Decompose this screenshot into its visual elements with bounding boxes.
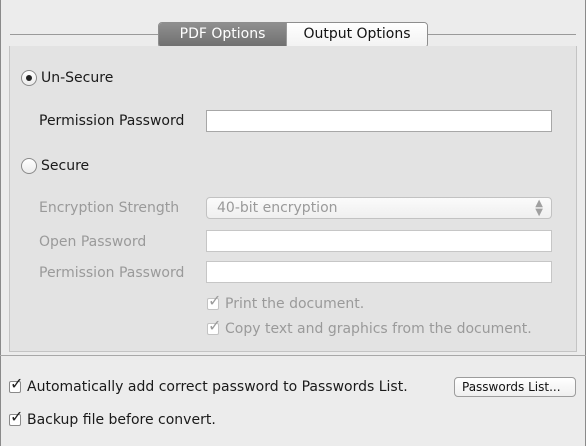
unsecure-label: Un-Secure — [41, 70, 114, 86]
section-divider — [0, 355, 586, 356]
tab-pdf-options[interactable]: PDF Options — [159, 23, 286, 47]
updown-arrows-icon: ▲ ▼ — [535, 198, 543, 218]
auto-add-password-label: Automatically add correct password to Pa… — [27, 379, 408, 395]
open-password-field[interactable] — [206, 230, 552, 252]
encryption-strength-select[interactable]: 40-bit encryption ▲ ▼ — [206, 197, 552, 219]
tab-bar: PDF Options Output Options — [158, 22, 428, 48]
secure-permission-password-label: Permission Password — [39, 265, 185, 281]
tab-output-options[interactable]: Output Options — [286, 23, 427, 47]
print-document-label: Print the document. — [225, 296, 365, 312]
checkbox-icon: ✓ — [207, 316, 222, 335]
encryption-strength-value: 40-bit encryption — [217, 200, 338, 216]
backup-file-checkbox[interactable]: ✓ Backup file before convert. — [9, 407, 216, 428]
secure-radio[interactable] — [21, 158, 37, 174]
secure-radio-row[interactable]: Secure — [21, 158, 89, 174]
unsecure-radio-row[interactable]: Un-Secure — [21, 70, 113, 86]
backup-file-label: Backup file before convert. — [27, 412, 216, 428]
copy-text-label: Copy text and graphics from the document… — [225, 321, 532, 337]
secure-label: Secure — [41, 158, 90, 174]
copy-text-checkbox[interactable]: ✓ Copy text and graphics from the documen… — [207, 316, 532, 337]
open-password-label: Open Password — [39, 234, 147, 250]
auto-add-password-checkbox[interactable]: ✓ Automatically add correct password to P… — [9, 374, 408, 395]
passwords-list-button[interactable]: Passwords List... — [454, 377, 576, 397]
encryption-strength-label: Encryption Strength — [39, 200, 180, 216]
checkbox-icon: ✓ — [9, 407, 24, 426]
print-document-checkbox[interactable]: ✓ Print the document. — [207, 291, 365, 312]
checkbox-icon: ✓ — [9, 374, 24, 393]
radio-selected-dot — [26, 75, 32, 81]
secure-permission-password-field[interactable] — [206, 261, 552, 283]
checkbox-icon: ✓ — [207, 291, 222, 310]
permission-password-label: Permission Password — [39, 113, 185, 129]
permission-password-field[interactable] — [206, 110, 552, 132]
unsecure-radio[interactable] — [21, 70, 37, 86]
